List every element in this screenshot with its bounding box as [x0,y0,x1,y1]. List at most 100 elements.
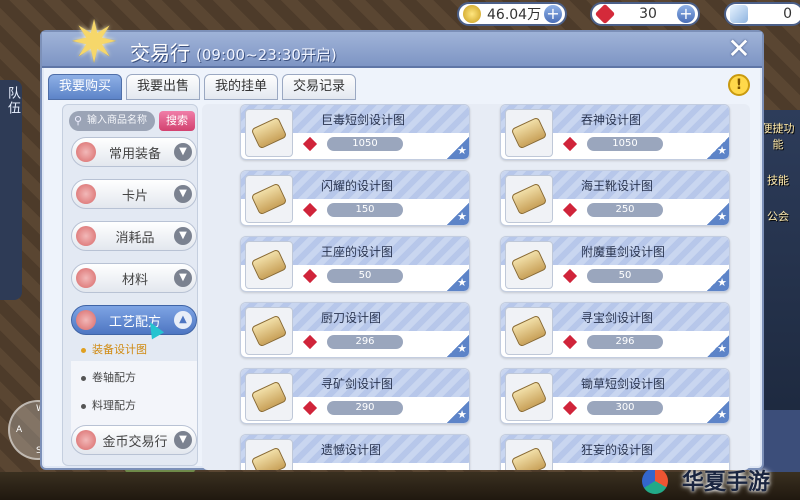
ruby-price-icon [562,136,578,152]
ruby-icon [594,3,616,25]
search-input[interactable]: ⚲ 输入商品名称 [69,111,155,131]
search-placeholder: 输入商品名称 [87,115,147,126]
ruby-price-icon [562,334,578,350]
gold-exchange-icon [76,430,96,450]
chevron-up-icon: ▲ [174,311,192,329]
window-hours: (09:00~23:30开启) [196,46,337,64]
subcategory-equipment-blueprint[interactable]: 装备设计图 [81,341,147,357]
item-name: 吞神设计图 [581,113,642,127]
tab-trade-history[interactable]: 交易记录 [282,74,357,100]
ruby-price-icon [302,334,318,350]
favorite-star-icon[interactable]: ★ [447,269,469,291]
item-card[interactable]: 狂妄的设计图 [500,434,730,470]
item-card[interactable]: 附魔重剑设计图 50 ★ [500,236,730,292]
add-ruby-button[interactable]: + [676,4,696,24]
item-price: 296 [327,335,403,349]
item-name: 海王靴设计图 [581,179,654,193]
subcategory-label: 料理配方 [92,399,136,412]
subcategory-cooking-recipe[interactable]: 料理配方 [81,397,136,413]
search-button[interactable]: 搜索 [159,111,195,131]
favorite-star-icon[interactable]: ★ [447,335,469,357]
tab-my-orders[interactable]: 我的挂单 [204,74,279,100]
gem-amount: 0 [783,6,792,22]
search-icon: ⚲ [74,114,83,127]
blueprint-scroll-icon [510,116,548,150]
favorite-star-icon[interactable]: ★ [707,137,729,159]
consumables-icon [76,226,96,246]
info-warning-icon[interactable]: ! [728,74,750,96]
category-common-equipment[interactable]: 常用装备 ▼ [71,137,197,167]
tab-buy[interactable]: 我要购买 [48,74,123,100]
item-price: 296 [587,335,663,349]
item-name: 寻宝剑设计图 [581,311,654,325]
subcategory-scroll-recipe[interactable]: 卷轴配方 [81,369,136,385]
category-label: 卡片 [121,188,148,204]
ruby-price-icon [302,268,318,284]
chevron-down-icon: ▼ [174,185,192,203]
team-side-tab[interactable]: 队伍 [0,80,22,300]
category-materials[interactable]: 材料 ▼ [71,263,197,293]
blueprint-thumbnail [505,109,553,157]
chevron-down-icon: ▼ [174,227,192,245]
item-name: 寻矿剑设计图 [321,377,394,391]
favorite-star-icon[interactable]: ★ [447,401,469,423]
item-name: 遗憾设计图 [321,443,382,457]
item-card[interactable]: 海王靴设计图 250 ★ [500,170,730,226]
close-icon[interactable]: ✕ [724,35,754,65]
favorite-star-icon[interactable]: ★ [707,203,729,225]
cards-icon [76,184,96,204]
blueprint-thumbnail [505,175,553,223]
item-name: 王座的设计图 [321,245,394,259]
item-card[interactable]: 王座的设计图 50 ★ [240,236,470,292]
item-name: 巨毒短剑设计图 [321,113,406,127]
item-card[interactable]: 巨毒短剑设计图 1050 ★ [240,104,470,160]
trade-window: ✷ 交易行 (09:00~23:30开启) ✕ 我要购买 我要出售 我的挂单 交易… [40,13,764,470]
blueprint-thumbnail [245,241,293,289]
item-card[interactable]: 闪耀的设计图 150 ★ [240,170,470,226]
item-price: 290 [327,401,403,415]
item-card[interactable]: 吞神设计图 1050 ★ [500,104,730,160]
blueprint-thumbnail [245,307,293,355]
category-sidebar: ⚲ 输入商品名称 搜索 常用装备 ▼ 卡片 ▼ 消耗品 ▼ 材料 ▼ 工艺配方 [62,104,198,466]
category-consumables[interactable]: 消耗品 ▼ [71,221,197,251]
item-card[interactable]: 厨刀设计图 296 ★ [240,302,470,358]
category-label: 金币交易行 [102,434,168,450]
bottom-hud-bar [0,472,800,500]
favorite-star-icon[interactable]: ★ [707,269,729,291]
item-name: 狂妄的设计图 [581,443,654,457]
item-price: 50 [327,269,403,283]
ruby-price-icon [302,136,318,152]
blueprint-thumbnail [505,439,553,470]
category-gold-exchange[interactable]: 金币交易行 ▼ [71,425,197,455]
item-grid: 巨毒短剑设计图 1050 ★ 吞神设计图 1050 ★ 闪耀的设计图 150 ★… [202,104,750,470]
favorite-star-icon[interactable]: ★ [707,401,729,423]
favorite-star-icon[interactable]: ★ [447,203,469,225]
add-gold-button[interactable]: + [543,4,563,24]
item-name: 闪耀的设计图 [321,179,394,193]
blueprint-thumbnail [505,241,553,289]
compass-star-icon: ✷ [69,8,119,76]
gem-currency: 0 [724,2,800,26]
blueprint-scroll-icon [250,248,288,282]
ruby-price-icon [302,400,318,416]
blueprint-scroll-icon [510,248,548,282]
gem-icon [730,5,748,23]
blueprint-scroll-icon [250,116,288,150]
blueprint-scroll-icon [250,380,288,414]
favorite-star-icon[interactable]: ★ [447,137,469,159]
category-crafting-recipes[interactable]: 工艺配方 ▲ [71,305,197,335]
item-card[interactable]: 寻矿剑设计图 290 ★ [240,368,470,424]
watermark-logo-icon [642,468,668,494]
item-price: 50 [587,269,663,283]
item-card[interactable]: 锄草短剑设计图 300 ★ [500,368,730,424]
blueprint-scroll-icon [510,446,548,470]
favorite-star-icon[interactable]: ★ [707,335,729,357]
tab-sell[interactable]: 我要出售 [126,74,201,100]
gold-amount: 46.04万 [487,7,542,23]
blueprint-scroll-icon [250,446,288,470]
item-card[interactable]: 寻宝剑设计图 296 ★ [500,302,730,358]
ruby-price-icon [562,400,578,416]
trade-tabs: 我要购买 我要出售 我的挂单 交易记录 [48,74,357,100]
category-cards[interactable]: 卡片 ▼ [71,179,197,209]
item-card[interactable]: 遗憾设计图 [240,434,470,470]
